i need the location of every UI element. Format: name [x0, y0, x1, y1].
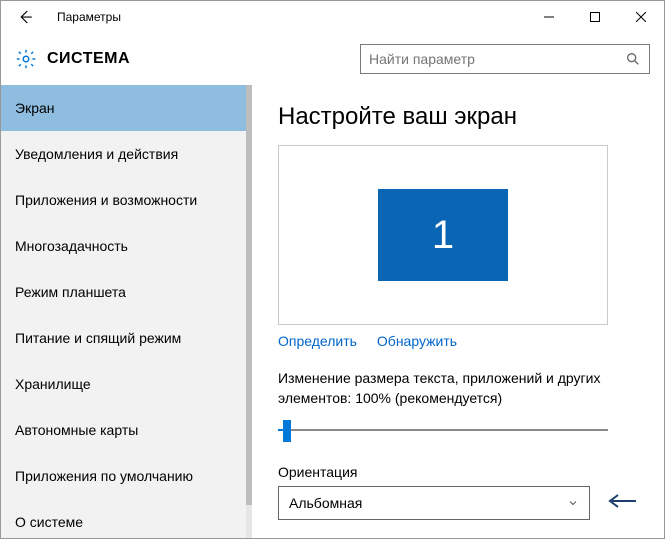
slider-track: [278, 429, 608, 431]
section-name: СИСТЕМА: [47, 50, 360, 68]
orientation-label: Ориентация: [278, 464, 638, 480]
minimize-button[interactable]: [526, 1, 572, 33]
window-controls: [526, 1, 664, 33]
scale-slider[interactable]: [278, 416, 608, 446]
page-title: Настройте ваш экран: [278, 103, 638, 131]
close-icon: [636, 12, 646, 22]
sidebar-item-about[interactable]: О системе: [1, 499, 252, 538]
search-icon: [625, 51, 641, 67]
sidebar-item-storage[interactable]: Хранилище: [1, 361, 252, 407]
titlebar: Параметры: [1, 1, 664, 33]
sidebar: Экран Уведомления и действия Приложения …: [1, 85, 252, 538]
sidebar-item-label: О системе: [15, 514, 83, 530]
annotation-arrow-icon: [606, 491, 638, 516]
sidebar-item-label: Многозадачность: [15, 238, 128, 254]
links-row: Определить Обнаружить: [278, 333, 638, 349]
back-arrow-icon: [16, 8, 34, 26]
maximize-button[interactable]: [572, 1, 618, 33]
minimize-icon: [544, 12, 554, 22]
search-input[interactable]: [369, 51, 625, 67]
orientation-dropdown[interactable]: Альбомная: [278, 486, 590, 520]
body: Экран Уведомления и действия Приложения …: [1, 85, 664, 538]
scrollbar-track[interactable]: [246, 85, 252, 538]
sidebar-item-tablet-mode[interactable]: Режим планшета: [1, 269, 252, 315]
sidebar-item-display[interactable]: Экран: [1, 85, 252, 131]
sidebar-item-power-sleep[interactable]: Питание и спящий режим: [1, 315, 252, 361]
sidebar-item-label: Экран: [15, 100, 55, 116]
monitor-preview[interactable]: 1: [278, 145, 608, 325]
chevron-down-icon: [567, 497, 579, 509]
sidebar-item-offline-maps[interactable]: Автономные карты: [1, 407, 252, 453]
maximize-icon: [590, 12, 600, 22]
scrollbar-thumb[interactable]: [246, 85, 252, 505]
sidebar-item-label: Приложения и возможности: [15, 192, 197, 208]
sidebar-item-label: Уведомления и действия: [15, 146, 178, 162]
sidebar-item-label: Автономные карты: [15, 422, 138, 438]
scale-label: Изменение размера текста, приложений и д…: [278, 369, 638, 408]
settings-window: Параметры СИСТЕМА: [0, 0, 665, 539]
header: СИСТЕМА: [1, 33, 664, 85]
sidebar-item-notifications[interactable]: Уведомления и действия: [1, 131, 252, 177]
sidebar-item-label: Режим планшета: [15, 284, 126, 300]
window-title: Параметры: [57, 10, 526, 24]
sidebar-item-label: Хранилище: [15, 376, 91, 392]
sidebar-item-apps-features[interactable]: Приложения и возможности: [1, 177, 252, 223]
monitor-1[interactable]: 1: [378, 189, 508, 281]
gear-icon: [15, 48, 37, 70]
slider-thumb[interactable]: [283, 420, 291, 442]
back-button[interactable]: [1, 1, 49, 33]
orientation-value: Альбомная: [289, 495, 567, 511]
sidebar-item-default-apps[interactable]: Приложения по умолчанию: [1, 453, 252, 499]
orientation-row: Альбомная: [278, 486, 638, 520]
sidebar-item-multitasking[interactable]: Многозадачность: [1, 223, 252, 269]
identify-link[interactable]: Определить: [278, 333, 357, 349]
close-button[interactable]: [618, 1, 664, 33]
monitor-number: 1: [432, 213, 454, 258]
sidebar-item-label: Питание и спящий режим: [15, 330, 181, 346]
detect-link[interactable]: Обнаружить: [377, 333, 457, 349]
content: Настройте ваш экран 1 Определить Обнаруж…: [252, 85, 664, 538]
sidebar-item-label: Приложения по умолчанию: [15, 468, 193, 484]
search-box[interactable]: [360, 44, 650, 74]
